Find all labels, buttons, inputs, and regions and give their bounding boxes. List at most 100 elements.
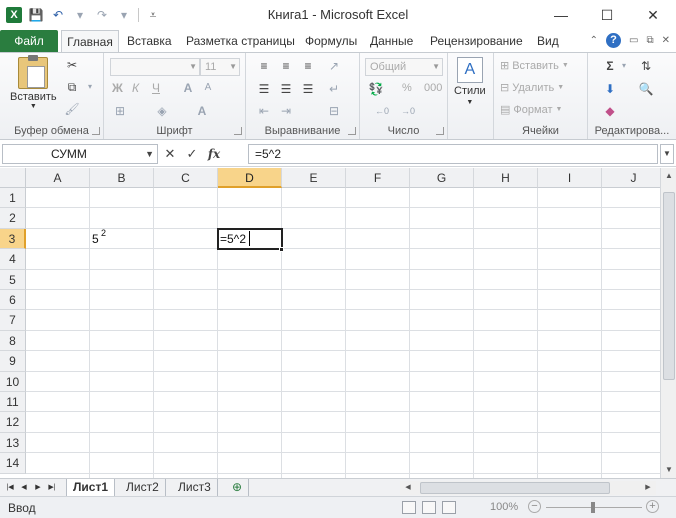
increase-font-icon[interactable]: A: [180, 80, 196, 96]
help-icon[interactable]: ?: [606, 33, 622, 48]
delete-cells-button[interactable]: ⊟ Удалить ▼: [500, 81, 564, 95]
fill-color-icon[interactable]: ◈: [154, 103, 170, 119]
cell-d3-value[interactable]: =5^2: [220, 232, 246, 246]
last-sheet-icon[interactable]: ▶|: [46, 480, 58, 495]
vertical-scrollbar[interactable]: ▲ ▼: [660, 168, 676, 478]
copy-icon[interactable]: ⧉: [64, 79, 80, 95]
scroll-right-icon[interactable]: ▶: [642, 481, 654, 495]
row-header-9[interactable]: 9: [0, 351, 26, 372]
styles-button[interactable]: A Стили ▼: [454, 57, 486, 106]
scroll-up-icon[interactable]: ▲: [662, 168, 676, 184]
sheet-tab-1[interactable]: Лист1: [66, 479, 116, 496]
fill-handle[interactable]: [279, 247, 284, 253]
row-header-5[interactable]: 5: [0, 269, 26, 290]
tab-home[interactable]: Главная: [61, 30, 119, 53]
column-header-e[interactable]: E: [282, 168, 346, 188]
font-size-combo[interactable]: 11 ▼: [200, 58, 240, 76]
row-header-3[interactable]: 3: [0, 228, 26, 250]
clipboard-launcher-icon[interactable]: [92, 127, 100, 135]
next-sheet-icon[interactable]: ▶: [32, 480, 44, 495]
cut-icon[interactable]: ✂: [64, 57, 80, 73]
clear-icon[interactable]: ◆: [602, 103, 618, 119]
tab-formulas[interactable]: Формулы: [305, 30, 357, 52]
paste-button[interactable]: Вставить ▼: [10, 55, 57, 110]
sheet-tab-3[interactable]: Лист3: [172, 479, 218, 496]
column-header-i[interactable]: I: [538, 168, 602, 188]
row-header-7[interactable]: 7: [0, 310, 26, 331]
tab-data[interactable]: Данные: [370, 30, 413, 52]
font-color-icon[interactable]: A: [194, 103, 210, 119]
column-header-h[interactable]: H: [474, 168, 538, 188]
increase-decimal-icon[interactable]: ←0: [374, 103, 390, 119]
workbook-restore-icon[interactable]: ⧉: [646, 35, 653, 46]
worksheet-grid[interactable]: A B C D E F G H I J 1 2 3 4 5 6 7 8 9 10 11 12 13 14 5 2 =5^2: [0, 168, 660, 478]
orientation-icon[interactable]: ↗: [326, 58, 342, 74]
percent-button[interactable]: %: [402, 82, 412, 94]
find-select-icon[interactable]: 🔍: [638, 81, 654, 97]
cell-b3-value[interactable]: 5: [92, 232, 99, 246]
column-header-a[interactable]: A: [26, 168, 90, 188]
first-sheet-icon[interactable]: |◀: [4, 480, 16, 495]
scroll-left-icon[interactable]: ◀: [402, 481, 414, 495]
number-launcher-icon[interactable]: [436, 127, 444, 135]
currency-icon[interactable]: 💱: [368, 81, 384, 97]
align-top-icon[interactable]: ≡: [256, 58, 272, 74]
align-middle-icon[interactable]: ≡: [278, 58, 294, 74]
zoom-level[interactable]: 100%: [490, 501, 518, 513]
increase-indent-icon[interactable]: ⇥: [278, 103, 294, 119]
maximize-button[interactable]: ☐: [584, 0, 630, 30]
prev-sheet-icon[interactable]: ◀: [18, 480, 30, 495]
confirm-entry-icon[interactable]: ✓: [184, 146, 200, 162]
italic-button[interactable]: К: [132, 81, 139, 95]
align-left-icon[interactable]: ☰: [256, 81, 272, 97]
thousands-button[interactable]: 000: [424, 82, 442, 94]
tab-file[interactable]: Файл: [0, 30, 58, 52]
bold-button[interactable]: Ж: [112, 81, 123, 95]
row-header-1[interactable]: 1: [0, 188, 26, 209]
row-header-6[interactable]: 6: [0, 290, 26, 311]
normal-view-icon[interactable]: [402, 501, 416, 514]
tab-review[interactable]: Рецензирование: [430, 30, 523, 52]
number-format-dropdown-icon[interactable]: ▼: [432, 59, 440, 75]
alignment-launcher-icon[interactable]: [348, 127, 356, 135]
zoom-in-icon[interactable]: +: [646, 500, 659, 513]
font-size-dropdown-icon[interactable]: ▼: [229, 59, 237, 75]
align-bottom-icon[interactable]: ≡: [300, 58, 316, 74]
decrease-font-icon[interactable]: A: [200, 80, 216, 96]
font-launcher-icon[interactable]: [234, 127, 242, 135]
format-painter-icon[interactable]: 🖌: [64, 101, 80, 117]
tab-view[interactable]: Вид: [537, 30, 559, 52]
font-name-combo[interactable]: ▼: [110, 58, 200, 76]
decrease-indent-icon[interactable]: ⇤: [256, 103, 272, 119]
format-cells-button[interactable]: ▤ Формат ▼: [500, 103, 562, 117]
select-all-corner[interactable]: [0, 168, 26, 188]
zoom-out-icon[interactable]: −: [528, 500, 541, 513]
page-layout-view-icon[interactable]: [422, 501, 436, 514]
collapse-ribbon-icon[interactable]: ⌃: [590, 35, 598, 46]
column-header-f[interactable]: F: [346, 168, 410, 188]
tab-insert[interactable]: Вставка: [127, 30, 172, 52]
wrap-text-icon[interactable]: ↵: [326, 81, 342, 97]
column-header-d[interactable]: D: [218, 168, 282, 188]
workbook-minimize-icon[interactable]: ▭: [629, 35, 638, 46]
horizontal-scroll-thumb[interactable]: [420, 482, 610, 494]
row-header-12[interactable]: 12: [0, 412, 26, 433]
tab-page-layout[interactable]: Разметка страницы: [186, 30, 295, 52]
minimize-button[interactable]: —: [538, 0, 584, 30]
expand-formula-bar-icon[interactable]: ▼: [660, 144, 674, 164]
formula-input[interactable]: =5^2: [248, 144, 658, 164]
sheet-tab-2[interactable]: Лист2: [120, 479, 166, 496]
row-header-11[interactable]: 11: [0, 392, 26, 413]
merge-cells-icon[interactable]: ⊟: [326, 103, 342, 119]
borders-icon[interactable]: ⊞: [112, 103, 128, 119]
workbook-close-icon[interactable]: ✕: [662, 35, 670, 46]
number-format-combo[interactable]: Общий ▼: [365, 58, 443, 76]
align-center-icon[interactable]: ☰: [278, 81, 294, 97]
vertical-scroll-thumb[interactable]: [663, 192, 675, 380]
row-header-4[interactable]: 4: [0, 249, 26, 270]
fill-icon[interactable]: ⬇: [602, 81, 618, 97]
insert-cells-button[interactable]: ⊞ Вставить ▼: [500, 59, 569, 73]
row-header-2[interactable]: 2: [0, 208, 26, 229]
page-break-view-icon[interactable]: [442, 501, 456, 514]
name-box-dropdown-icon[interactable]: ▼: [145, 145, 154, 163]
